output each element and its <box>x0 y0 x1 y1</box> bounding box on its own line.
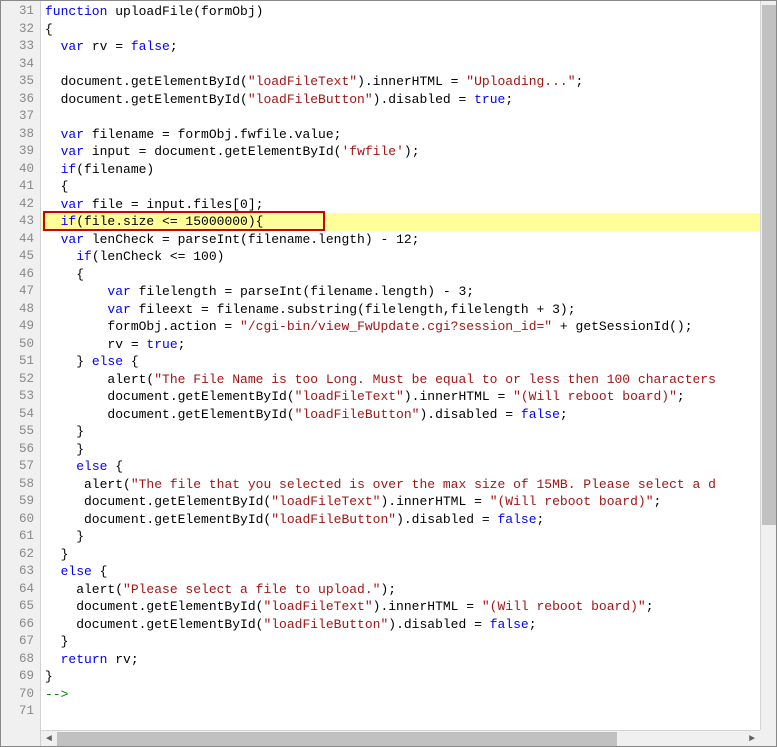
line-number: 51 <box>1 353 34 371</box>
code-line[interactable]: var fileext = filename.substring(filelen… <box>41 301 776 319</box>
line-number: 67 <box>1 633 34 651</box>
code-line[interactable]: } <box>41 441 776 459</box>
code-line[interactable]: alert("The File Name is too Long. Must b… <box>41 371 776 389</box>
code-line[interactable]: var file = input.files[0]; <box>41 196 776 214</box>
code-line[interactable]: var filelength = parseInt(filename.lengt… <box>41 283 776 301</box>
line-number: 60 <box>1 511 34 529</box>
line-number: 53 <box>1 388 34 406</box>
line-number: 34 <box>1 56 34 74</box>
line-number: 44 <box>1 231 34 249</box>
line-number: 58 <box>1 476 34 494</box>
horizontal-scrollbar-thumb[interactable] <box>57 732 617 746</box>
line-number: 46 <box>1 266 34 284</box>
code-line[interactable]: { <box>41 21 776 39</box>
line-number: 31 <box>1 3 34 21</box>
code-line[interactable]: document.getElementById("loadFileText").… <box>41 598 776 616</box>
code-lines: function uploadFile(formObj){ var rv = f… <box>41 1 776 721</box>
line-number: 65 <box>1 598 34 616</box>
code-line[interactable]: } <box>41 546 776 564</box>
code-line[interactable]: document.getElementById("loadFileText").… <box>41 493 776 511</box>
code-area[interactable]: function uploadFile(formObj){ var rv = f… <box>41 1 776 746</box>
line-number: 40 <box>1 161 34 179</box>
line-number: 45 <box>1 248 34 266</box>
scroll-left-arrow-icon[interactable]: ◄ <box>41 731 57 747</box>
line-number: 56 <box>1 441 34 459</box>
line-number: 41 <box>1 178 34 196</box>
code-line[interactable]: } <box>41 633 776 651</box>
line-number: 66 <box>1 616 34 634</box>
line-number: 32 <box>1 21 34 39</box>
line-number: 71 <box>1 703 34 721</box>
code-line[interactable]: var input = document.getElementById('fwf… <box>41 143 776 161</box>
line-number: 35 <box>1 73 34 91</box>
line-number: 42 <box>1 196 34 214</box>
line-number: 69 <box>1 668 34 686</box>
code-line[interactable]: } <box>41 423 776 441</box>
line-number: 37 <box>1 108 34 126</box>
code-line[interactable]: if(filename) <box>41 161 776 179</box>
horizontal-scrollbar[interactable]: ◄ ► <box>41 730 760 746</box>
code-line[interactable]: document.getElementById("loadFileButton"… <box>41 616 776 634</box>
line-number: 61 <box>1 528 34 546</box>
code-line[interactable]: alert("The file that you selected is ove… <box>41 476 776 494</box>
code-line[interactable]: else { <box>41 563 776 581</box>
line-number: 54 <box>1 406 34 424</box>
code-line[interactable]: var rv = false; <box>41 38 776 56</box>
line-number: 57 <box>1 458 34 476</box>
code-line[interactable]: alert("Please select a file to upload.")… <box>41 581 776 599</box>
code-line[interactable]: var filename = formObj.fwfile.value; <box>41 126 776 144</box>
line-number: 64 <box>1 581 34 599</box>
line-number: 47 <box>1 283 34 301</box>
code-line[interactable]: document.getElementById("loadFileText").… <box>41 73 776 91</box>
line-number-gutter: 3132333435363738394041424344454647484950… <box>1 1 41 746</box>
code-line[interactable]: { <box>41 266 776 284</box>
line-number: 59 <box>1 493 34 511</box>
line-number: 68 <box>1 651 34 669</box>
line-number: 33 <box>1 38 34 56</box>
code-line[interactable]: rv = true; <box>41 336 776 354</box>
code-line[interactable]: } <box>41 668 776 686</box>
code-editor: 3132333435363738394041424344454647484950… <box>0 0 777 747</box>
code-line[interactable]: document.getElementById("loadFileButton"… <box>41 406 776 424</box>
line-number: 70 <box>1 686 34 704</box>
code-line[interactable]: formObj.action = "/cgi-bin/view_FwUpdate… <box>41 318 776 336</box>
code-line[interactable]: if(lenCheck <= 100) <box>41 248 776 266</box>
code-line[interactable]: function uploadFile(formObj) <box>41 3 776 21</box>
code-line[interactable] <box>41 56 776 74</box>
code-line[interactable] <box>41 703 776 721</box>
vertical-scrollbar-thumb[interactable] <box>762 5 776 525</box>
line-number: 62 <box>1 546 34 564</box>
code-line[interactable]: var lenCheck = parseInt(filename.length)… <box>41 231 776 249</box>
scrollbar-corner <box>760 730 776 746</box>
code-line[interactable]: document.getElementById("loadFileButton"… <box>41 511 776 529</box>
line-number: 48 <box>1 301 34 319</box>
horizontal-scrollbar-track[interactable] <box>57 731 744 746</box>
line-number: 39 <box>1 143 34 161</box>
code-line[interactable]: if(file.size <= 15000000){ <box>41 213 776 231</box>
code-line[interactable]: } else { <box>41 353 776 371</box>
code-line[interactable]: document.getElementById("loadFileButton"… <box>41 91 776 109</box>
line-number: 36 <box>1 91 34 109</box>
line-number: 55 <box>1 423 34 441</box>
line-number: 43 <box>1 213 34 231</box>
code-line[interactable]: --> <box>41 686 776 704</box>
line-number: 52 <box>1 371 34 389</box>
code-line[interactable] <box>41 108 776 126</box>
line-number: 49 <box>1 318 34 336</box>
code-line[interactable]: } <box>41 528 776 546</box>
code-line[interactable]: document.getElementById("loadFileText").… <box>41 388 776 406</box>
code-line[interactable]: { <box>41 178 776 196</box>
scroll-right-arrow-icon[interactable]: ► <box>744 731 760 747</box>
line-number: 63 <box>1 563 34 581</box>
code-line[interactable]: else { <box>41 458 776 476</box>
code-line[interactable]: return rv; <box>41 651 776 669</box>
vertical-scrollbar[interactable] <box>760 1 776 730</box>
line-number: 38 <box>1 126 34 144</box>
line-number: 50 <box>1 336 34 354</box>
